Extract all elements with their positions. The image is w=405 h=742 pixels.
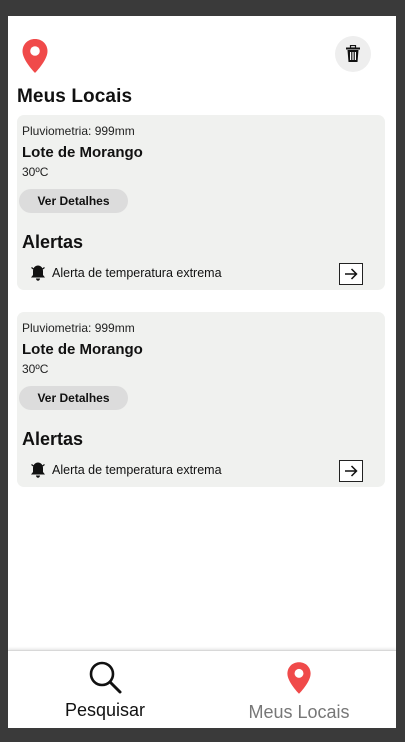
bell-icon bbox=[31, 462, 45, 478]
page-title: Meus Locais bbox=[17, 86, 133, 107]
alerts-heading: Alertas bbox=[22, 429, 84, 449]
nav-item-search[interactable]: Pesquisar bbox=[8, 651, 202, 728]
alert-text: Alerta de temperatura extrema bbox=[52, 266, 222, 280]
pluviometry-text: Pluviometria: 999mm bbox=[22, 124, 135, 138]
open-alert-button[interactable] bbox=[339, 263, 363, 285]
trash-icon bbox=[346, 45, 360, 62]
location-card: Pluviometria: 999mm Lote de Morango 30ºC… bbox=[17, 115, 385, 290]
alert-item: Alerta de temperatura extrema bbox=[29, 460, 373, 484]
bottom-nav: Pesquisar Meus Locais bbox=[8, 650, 396, 728]
nav-label-meus-locais: Meus Locais bbox=[248, 702, 350, 722]
nav-label-search: Pesquisar bbox=[64, 700, 146, 720]
arrow-right-icon bbox=[345, 465, 358, 477]
temperature-text: 30ºC bbox=[22, 362, 49, 376]
search-icon bbox=[89, 661, 122, 694]
open-alert-button[interactable] bbox=[339, 460, 363, 482]
alert-item: Alerta de temperatura extrema bbox=[29, 263, 373, 287]
app-screen: Meus Locais Pluviometria: 999mm Lote de … bbox=[8, 16, 396, 728]
delete-button[interactable] bbox=[335, 36, 371, 72]
nav-item-meus-locais[interactable]: Meus Locais bbox=[202, 651, 396, 728]
location-name: Lote de Morango bbox=[22, 144, 143, 161]
pluviometry-text: Pluviometria: 999mm bbox=[22, 321, 135, 335]
bell-icon bbox=[31, 265, 45, 281]
view-details-button[interactable]: Ver Detalhes bbox=[19, 386, 128, 410]
location-name: Lote de Morango bbox=[22, 341, 143, 358]
arrow-right-icon bbox=[345, 268, 358, 280]
location-card: Pluviometria: 999mm Lote de Morango 30ºC… bbox=[17, 312, 385, 487]
map-pin-icon bbox=[287, 662, 311, 694]
map-pin-icon bbox=[22, 39, 48, 73]
view-details-button[interactable]: Ver Detalhes bbox=[19, 189, 128, 213]
alert-text: Alerta de temperatura extrema bbox=[52, 463, 222, 477]
temperature-text: 30ºC bbox=[22, 165, 49, 179]
alerts-heading: Alertas bbox=[22, 232, 84, 252]
